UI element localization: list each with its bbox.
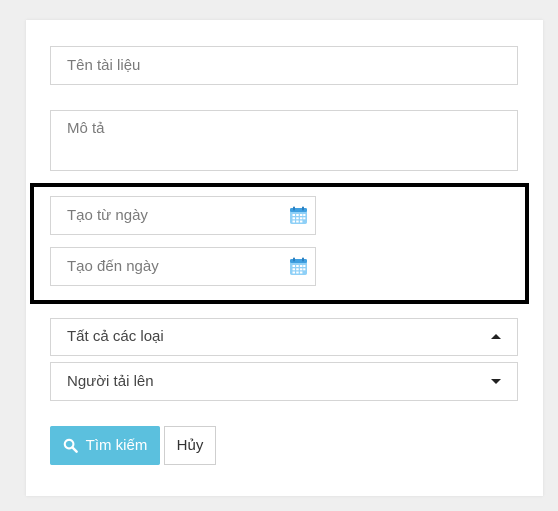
uploader-value: Người tải lên bbox=[67, 373, 154, 390]
description-textarea[interactable]: Mô tả bbox=[50, 110, 518, 171]
cancel-button[interactable]: Hủy bbox=[164, 426, 216, 465]
cancel-button-label: Hủy bbox=[176, 437, 204, 454]
search-button[interactable]: Tìm kiếm bbox=[50, 426, 160, 465]
document-type-value: Tất cả các loại bbox=[67, 328, 164, 345]
search-icon bbox=[63, 438, 78, 453]
caret-down-icon bbox=[491, 379, 501, 384]
description-placeholder: Mô tả bbox=[67, 120, 105, 137]
document-name-placeholder: Tên tài liệu bbox=[67, 57, 141, 74]
caret-up-icon bbox=[491, 334, 501, 339]
uploader-select[interactable]: Người tải lên bbox=[50, 362, 518, 401]
document-type-select[interactable]: Tất cả các loại bbox=[50, 318, 518, 356]
search-button-label: Tìm kiếm bbox=[85, 437, 148, 454]
document-name-input[interactable]: Tên tài liệu bbox=[50, 46, 518, 85]
date-range-highlight bbox=[30, 183, 529, 304]
